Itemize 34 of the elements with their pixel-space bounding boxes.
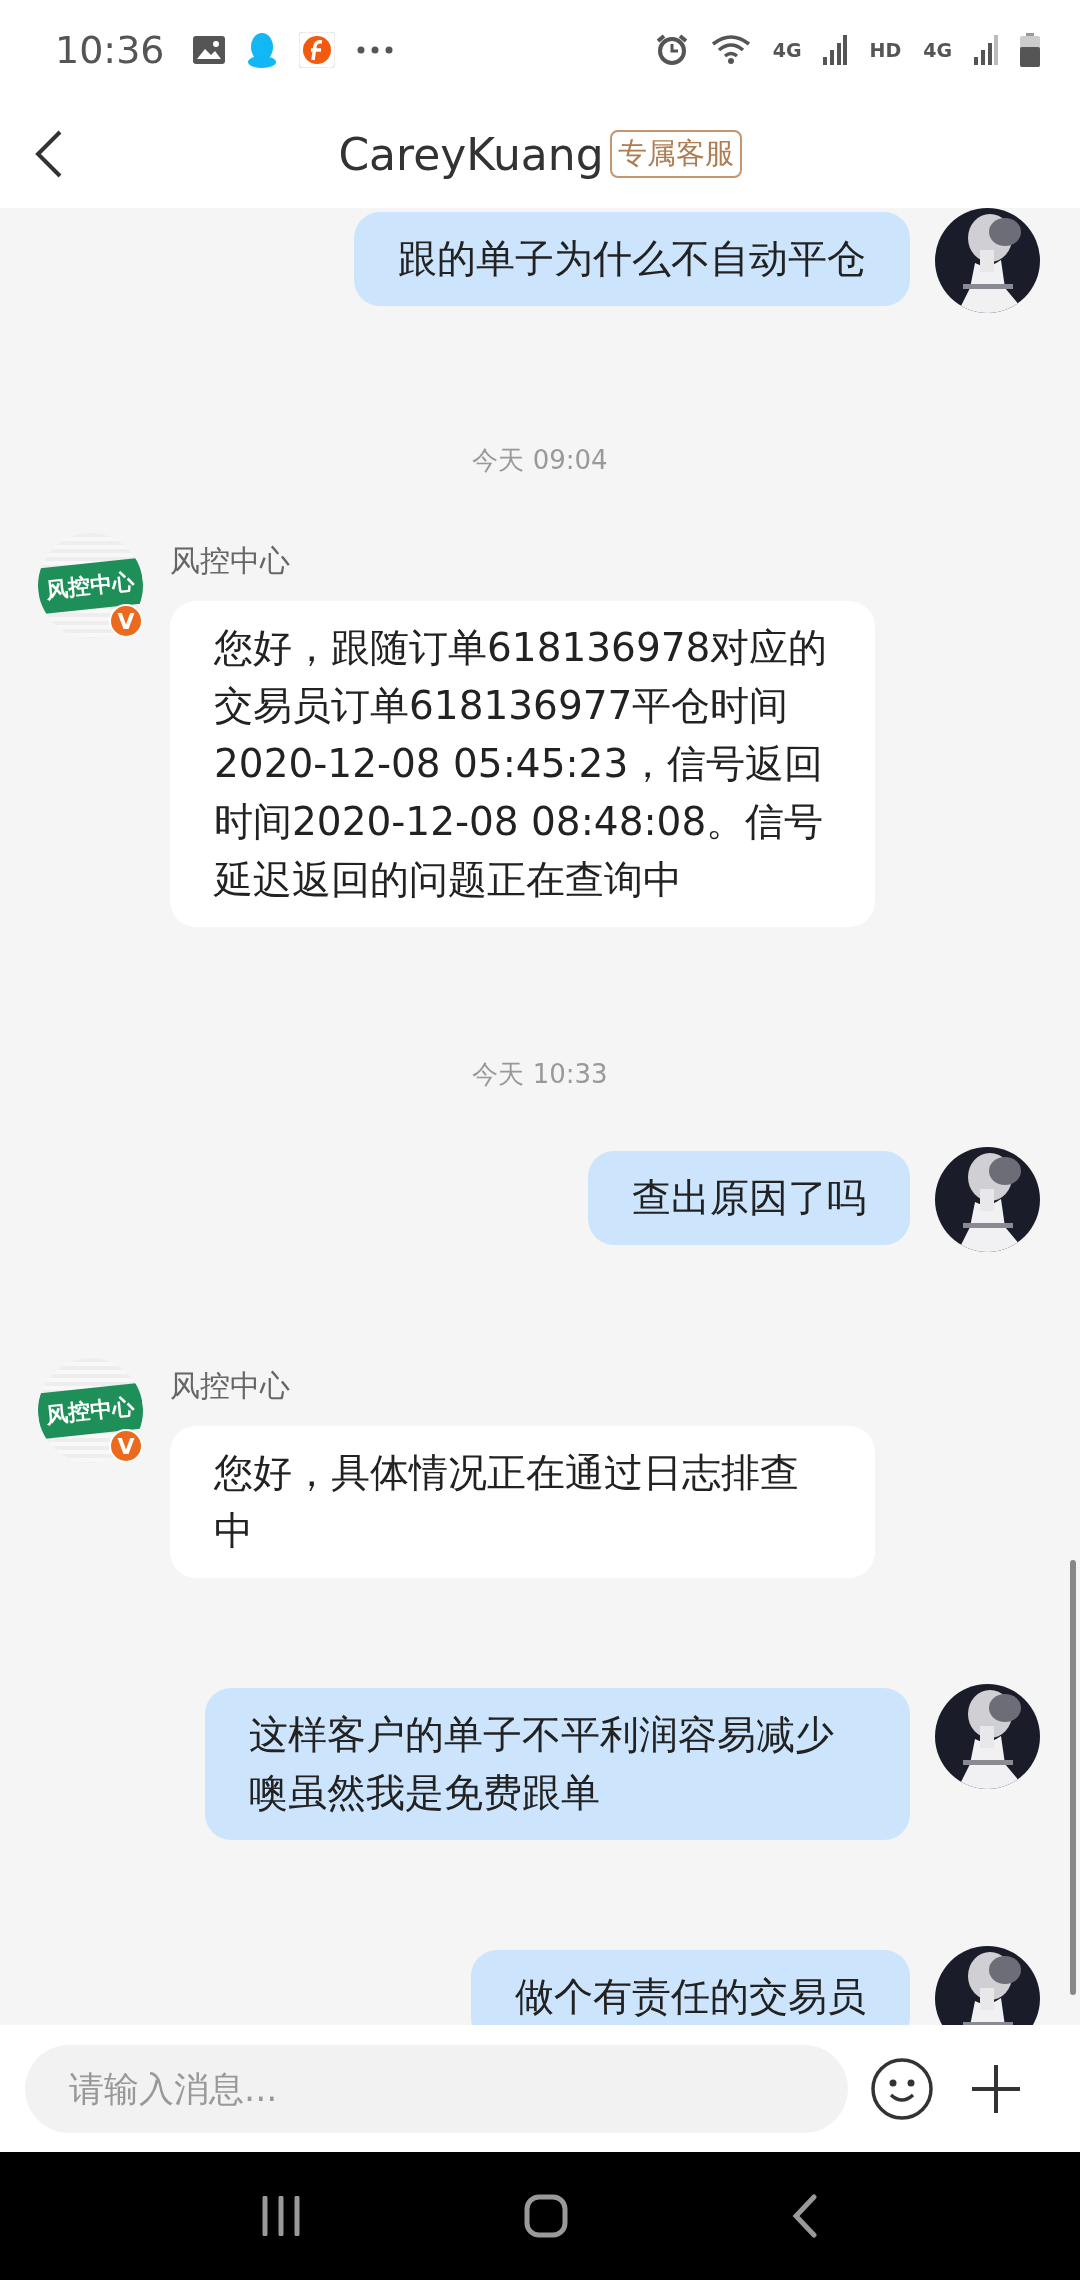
message-bubble: 您好，具体情况正在通过日志排查中 [170,1426,875,1578]
network-type: 4G [772,39,802,61]
timestamp: 今天 09:04 [472,444,608,477]
message-bubble: 做个有责任的交易员 [471,1950,910,2025]
sender-name: 风控中心 [170,542,290,580]
back-icon[interactable] [792,2194,818,2238]
battery-icon [1020,33,1040,67]
signal-icon [974,35,998,65]
service-tag: 专属客服 [609,130,742,178]
message-bubble: 跟的单子为什么不自动平仓 [354,212,910,306]
verified-badge: V [109,604,143,638]
sender-name: 风控中心 [170,1367,290,1405]
network-type: 4G [923,39,952,61]
more-icon [356,46,393,54]
recent-apps-icon[interactable] [262,2196,300,2236]
hd-label: HD [869,39,902,61]
status-time: 10:36 [55,28,165,72]
message-input[interactable]: 请输入消息... [25,2044,848,2133]
wifi-icon [710,34,751,66]
message-bubble: 您好，跟随订单618136978对应的交易员订单618136977平仓时间2020-12-08 05:45:23，信号返回时间2020-12-08 08:48:08。信号延迟返回的问题正在查询中 [170,601,875,927]
emoji-icon[interactable] [870,2056,934,2121]
signal-icon [823,35,848,65]
message-bubble: 这样客户的单子不平利润容易减少噢虽然我是免费跟单 [205,1688,910,1840]
timestamp: 今天 10:33 [472,1058,608,1091]
add-icon[interactable] [970,2062,1022,2115]
avatar-label: 风控中心 [38,557,143,614]
message-bubble: 查出原因了吗 [588,1151,910,1245]
avatar-label: 风控中心 [38,1382,143,1439]
home-icon[interactable] [524,2194,568,2238]
app-icon [298,32,335,68]
alarm-icon [654,33,689,67]
chat-title: CareyKuang [338,128,604,180]
verified-badge: V [109,1429,143,1463]
image-icon [192,36,225,64]
